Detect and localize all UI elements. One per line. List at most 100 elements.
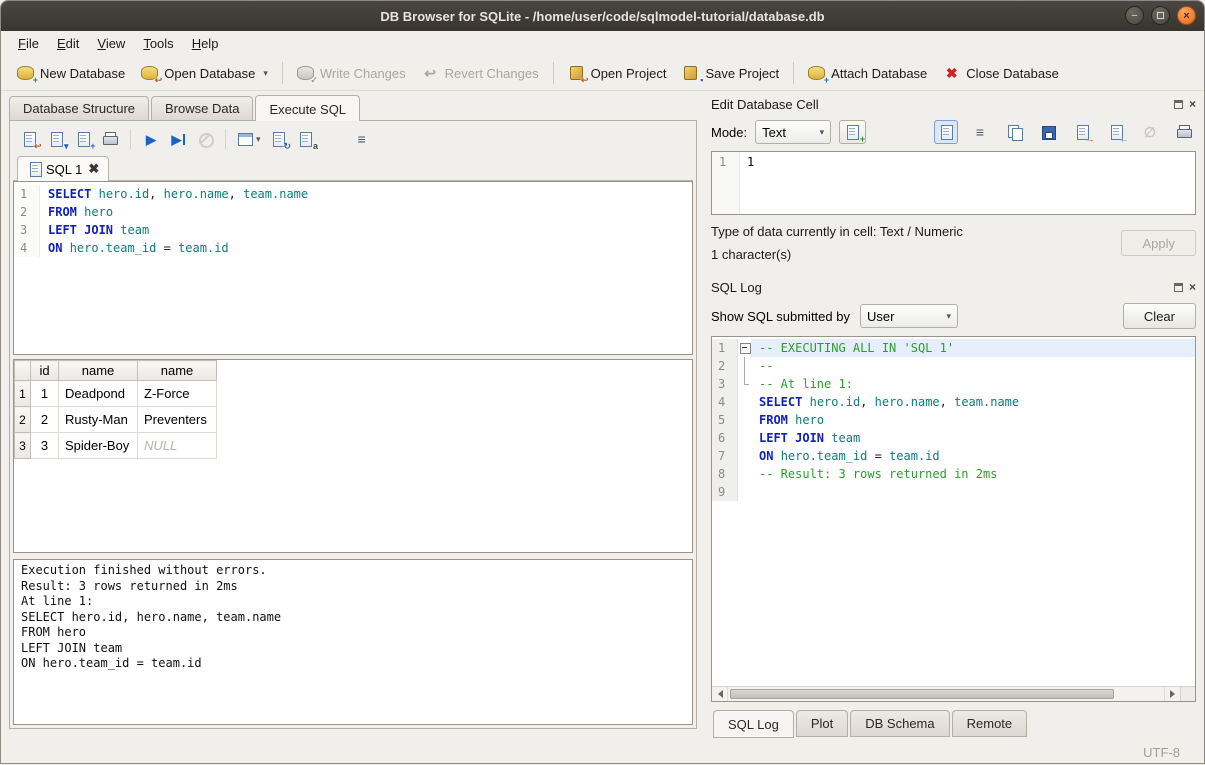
close-tab-icon[interactable]: ✖ [88, 161, 99, 177]
mode-select[interactable]: Text ▾ [755, 120, 831, 144]
print-button[interactable] [1172, 120, 1196, 144]
line-number: 8 [712, 465, 738, 483]
code-line: 4ON hero.team_id = team.id [14, 239, 692, 257]
open-sql-new-tab-button[interactable]: ▾ [234, 127, 264, 151]
column-header[interactable]: name [59, 361, 138, 381]
result-cell[interactable]: Spider-Boy [59, 433, 138, 459]
import-data-button[interactable]: ← [1104, 120, 1128, 144]
save-project-button[interactable]: ▪ Save Project [674, 60, 787, 86]
maximize-icon[interactable] [1151, 6, 1170, 25]
sql-tab-bar: SQL 1 ✖ [13, 153, 693, 181]
open-database-dropdown-icon[interactable]: ▾ [263, 68, 268, 79]
menu-file[interactable]: File [9, 33, 48, 54]
window-buttons: − × [1125, 6, 1196, 25]
tab-browse-data[interactable]: Browse Data [151, 96, 253, 120]
table-row: 22Rusty-ManPreventers [15, 407, 217, 433]
horizontal-scrollbar[interactable] [712, 686, 1195, 701]
statusbar: UTF-8 [1, 739, 1204, 765]
result-cell[interactable]: 1 [31, 381, 59, 407]
import-file-button[interactable]: + [839, 120, 866, 144]
result-cell[interactable]: Z-Force [138, 381, 217, 407]
fold-marker [738, 393, 751, 411]
mode-value: Text [762, 125, 786, 140]
row-number[interactable]: 3 [15, 433, 31, 459]
bottom-tab-sql-log[interactable]: SQL Log [713, 710, 794, 738]
sql-log-view: 1-- EXECUTING ALL IN 'SQL 1'2--3-- At li… [711, 336, 1196, 702]
row-number[interactable]: 2 [15, 407, 31, 433]
result-cell[interactable]: NULL [138, 433, 217, 459]
word-wrap-button[interactable]: ≡ [350, 127, 374, 151]
close-database-button[interactable]: ✖ Close Database [935, 60, 1067, 86]
save-sql-as-button[interactable]: + [71, 127, 95, 151]
fold-marker[interactable] [738, 375, 751, 393]
scroll-right-icon[interactable] [1164, 687, 1180, 701]
sql-editor[interactable]: 1SELECT hero.id, hero.name, team.name2FR… [13, 181, 693, 355]
menu-help[interactable]: Help [183, 33, 228, 54]
edit-cell-close-icon[interactable]: × [1189, 98, 1196, 110]
tab-execute-sql[interactable]: Execute SQL [255, 95, 360, 121]
menu-edit[interactable]: Edit [48, 33, 88, 54]
open-project-button[interactable]: ↩ Open Project [560, 60, 675, 86]
close-icon[interactable]: × [1177, 6, 1196, 25]
submitted-by-select[interactable]: User ▾ [860, 304, 958, 328]
export-results-button[interactable]: ↻ [267, 127, 291, 151]
print-button[interactable] [98, 127, 122, 151]
chevron-down-icon: ▾ [946, 311, 951, 322]
save-as-button[interactable] [1036, 120, 1060, 144]
copy-icon [1006, 124, 1023, 140]
execute-all-icon: ▶ [143, 131, 160, 147]
result-cell[interactable]: Rusty-Man [59, 407, 138, 433]
text-mode-button[interactable] [934, 120, 958, 144]
clear-button[interactable]: Clear [1123, 303, 1196, 329]
set-null-button: ∅ [1138, 120, 1162, 144]
bottom-tab-db-schema[interactable]: DB Schema [850, 710, 949, 737]
cell-content[interactable]: 1 [740, 152, 761, 214]
menu-tools[interactable]: Tools [134, 33, 182, 54]
open-sql-file-button[interactable]: ↩ [17, 127, 41, 151]
row-number[interactable]: 1 [15, 381, 31, 407]
menu-view[interactable]: View [88, 33, 134, 54]
execute-line-button[interactable]: ▶ [166, 127, 190, 151]
fold-marker[interactable] [738, 357, 751, 375]
print-icon [102, 131, 119, 147]
tab-database-structure[interactable]: Database Structure [9, 96, 149, 120]
execute-line-icon: ▶ [170, 131, 187, 147]
scrollbar-track[interactable] [728, 687, 1164, 701]
open-database-button[interactable]: ↩ Open Database ▾ [133, 60, 276, 86]
word-wrap-button[interactable]: ≡ [968, 120, 992, 144]
minimize-icon[interactable]: − [1125, 6, 1144, 25]
execute-all-button[interactable]: ▶ [139, 127, 163, 151]
new-database-button[interactable]: + New Database [9, 60, 133, 86]
apply-button: Apply [1121, 230, 1196, 256]
scroll-left-icon[interactable] [712, 687, 728, 701]
write-changes-button: ✓ Write Changes [289, 60, 414, 86]
fold-marker[interactable] [738, 339, 751, 357]
result-cell[interactable]: Deadpond [59, 381, 138, 407]
edit-cell-float-icon[interactable] [1174, 100, 1183, 109]
sql-log-close-icon[interactable]: × [1189, 281, 1196, 293]
copy-button[interactable] [1002, 120, 1026, 144]
line-number: 2 [712, 357, 738, 375]
export-data-button[interactable]: → [1070, 120, 1094, 144]
toolbar-separator [793, 62, 794, 84]
bottom-tab-remote[interactable]: Remote [952, 710, 1028, 737]
scrollbar-thumb[interactable] [730, 689, 1114, 699]
sql-log-filter-row: Show SQL submitted by User ▾ Clear [711, 298, 1196, 334]
result-cell[interactable]: Preventers [138, 407, 217, 433]
print-icon [1176, 124, 1193, 140]
attach-database-button[interactable]: + Attach Database [800, 60, 935, 86]
column-header[interactable]: id [31, 361, 59, 381]
bottom-tab-plot[interactable]: Plot [796, 710, 848, 737]
sql-log-lines[interactable]: 1-- EXECUTING ALL IN 'SQL 1'2--3-- At li… [712, 337, 1195, 686]
import-data-icon: ← [1108, 124, 1125, 140]
column-header[interactable]: name [138, 361, 217, 381]
text-mode-icon [938, 124, 955, 140]
sql-log-float-icon[interactable] [1174, 283, 1183, 292]
cell-editor[interactable]: 1 1 [711, 151, 1196, 215]
sql-tab[interactable]: SQL 1 ✖ [17, 156, 109, 181]
result-cell[interactable]: 2 [31, 407, 59, 433]
find-replace-button[interactable]: a [294, 127, 318, 151]
toolbar-separator [130, 129, 131, 149]
result-cell[interactable]: 3 [31, 433, 59, 459]
save-sql-file-button[interactable]: ▾ [44, 127, 68, 151]
